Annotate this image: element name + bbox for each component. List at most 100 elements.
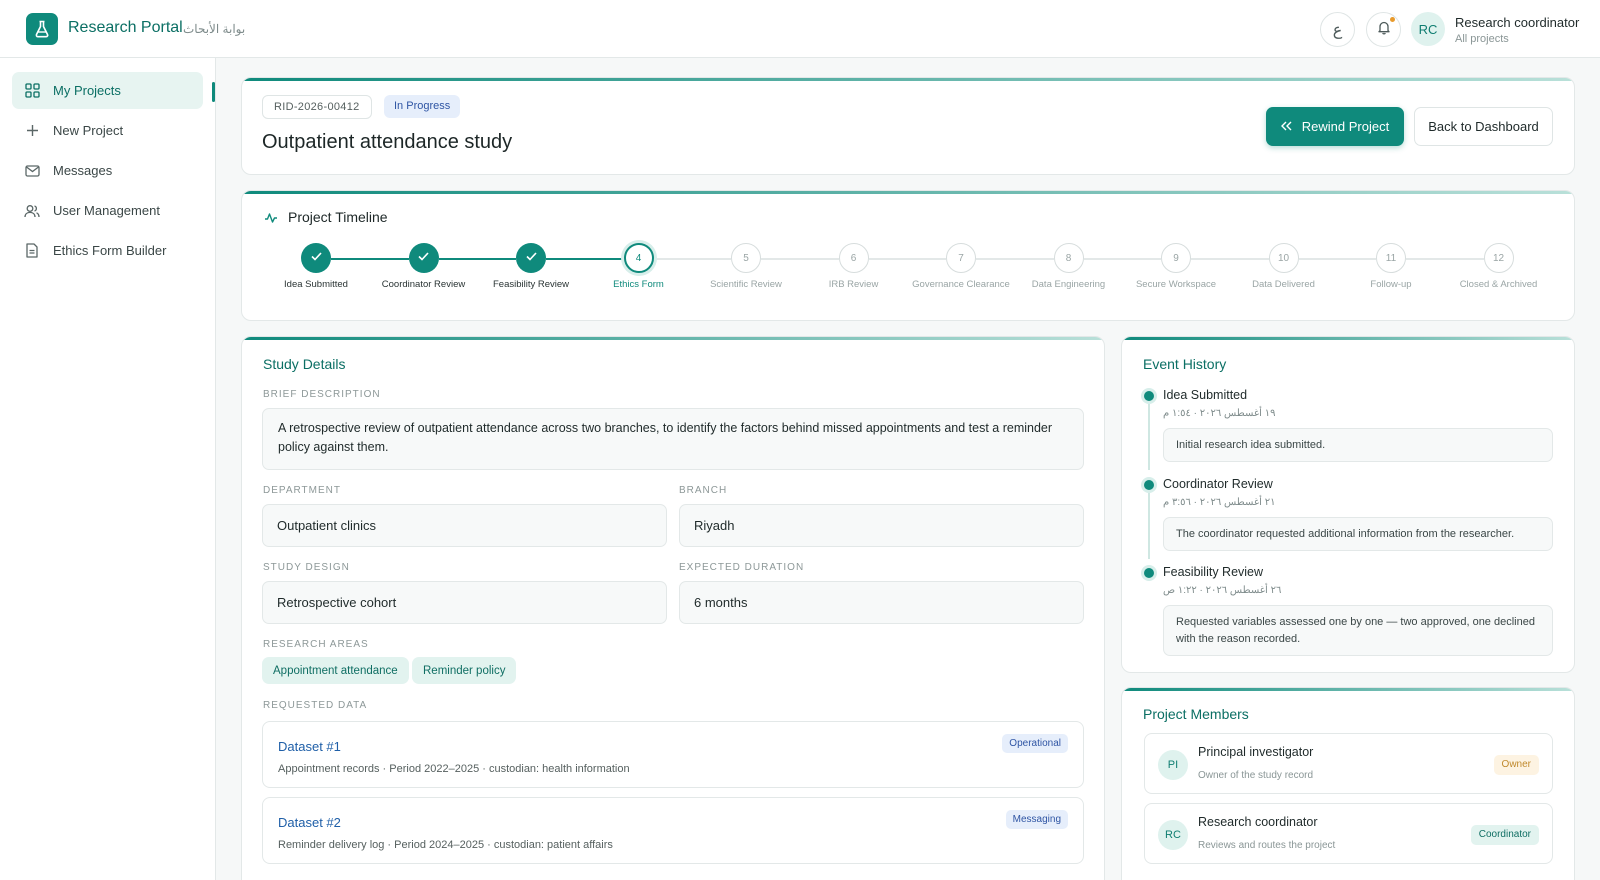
- timeline-step-2[interactable]: [408, 243, 439, 273]
- member-row[interactable]: PI Principal investigator Owner of the s…: [1144, 733, 1553, 794]
- timeline-step-4[interactable]: 4: [623, 243, 654, 273]
- timeline-step-label: Data Delivered: [1252, 279, 1315, 290]
- sidebar-item-label: My Projects: [53, 83, 121, 98]
- event-dot: [1144, 568, 1154, 578]
- event-connector: [1148, 489, 1150, 559]
- dataset-name[interactable]: Dataset #1: [278, 739, 341, 754]
- user-name[interactable]: Research coordinator: [1455, 15, 1579, 30]
- timeline-connector: [1298, 258, 1376, 260]
- rewind-project-label: Rewind Project: [1301, 119, 1390, 134]
- member-avatar: RC: [1158, 820, 1188, 850]
- event-dot: [1144, 480, 1154, 490]
- member-name: Research coordinator: [1198, 815, 1318, 829]
- timeline-step-number: 12: [1492, 252, 1505, 264]
- timeline-step-11[interactable]: 11: [1376, 243, 1406, 273]
- member-role-badge: Coordinator: [1470, 825, 1539, 845]
- department-label: DEPARTMENT: [263, 485, 341, 496]
- event-time: ٢٦ أغسطس ٢٠٢٦ · ١:٢٢ ص: [1163, 585, 1282, 596]
- timeline-step-label: Idea Submitted: [284, 279, 348, 290]
- timeline-connector: [1406, 258, 1484, 260]
- double-chevron-left-icon: [1280, 119, 1292, 134]
- event-note-text: Initial research idea submitted.: [1176, 438, 1326, 451]
- sidebar-item-ethics-form-builder[interactable]: Ethics Form Builder: [12, 232, 203, 269]
- research-area-tag: Reminder policy: [412, 657, 517, 684]
- back-to-dashboard-label: Back to Dashboard: [1428, 119, 1539, 134]
- timeline-step-12[interactable]: 12: [1483, 243, 1514, 273]
- timeline-connector: [546, 258, 624, 260]
- app-title[interactable]: Research Portal: [68, 19, 183, 37]
- requested-data-label: REQUESTED DATA: [263, 700, 368, 711]
- sidebar-item-user-management[interactable]: User Management: [12, 192, 203, 229]
- bell-icon: [1377, 20, 1391, 40]
- status-badge: In Progress: [384, 95, 461, 118]
- timeline-step-label: Follow-up: [1370, 279, 1412, 290]
- sidebar-item-new-project[interactable]: New Project: [12, 112, 203, 149]
- dataset-card[interactable]: Dataset #2 Reminder delivery log · Perio…: [262, 797, 1084, 864]
- study-design-field: Retrospective cohort: [262, 581, 667, 624]
- language-toggle-label: ع: [1332, 21, 1343, 39]
- user-avatar[interactable]: RC: [1411, 12, 1445, 46]
- timeline-step-8[interactable]: 8: [1053, 243, 1084, 273]
- member-name: Principal investigator: [1198, 745, 1314, 759]
- member-row[interactable]: RC Research coordinator Reviews and rout…: [1144, 803, 1553, 864]
- expected-duration-value: 6 months: [694, 595, 748, 610]
- description-field: A retrospective review of outpatient att…: [262, 408, 1084, 470]
- timeline-step-9[interactable]: 9: [1161, 243, 1191, 273]
- dataset-name[interactable]: Dataset #2: [278, 815, 341, 830]
- dataset-card[interactable]: Dataset #1 Appointment records · Period …: [262, 721, 1084, 788]
- branch-value: Riyadh: [694, 518, 735, 533]
- department-field: Outpatient clinics: [262, 504, 667, 547]
- flask-icon[interactable]: [26, 13, 58, 45]
- notifications-button[interactable]: [1366, 12, 1401, 47]
- sidebar-active-indicator: [212, 82, 215, 102]
- expected-duration-field: 6 months: [679, 581, 1084, 624]
- timeline-step-6[interactable]: 6: [838, 243, 869, 273]
- timeline-step-number: 4: [635, 252, 642, 264]
- language-toggle-button[interactable]: ع: [1320, 12, 1355, 47]
- event-note-text: The coordinator requested additional inf…: [1176, 527, 1515, 540]
- timeline-connector: [976, 258, 1054, 260]
- rewind-project-button[interactable]: Rewind Project: [1266, 107, 1404, 146]
- timeline-step-number: 10: [1277, 252, 1290, 264]
- timeline-step-5[interactable]: 5: [731, 243, 761, 273]
- plus-icon: [24, 123, 40, 139]
- event-note: Requested variables assessed one by one …: [1163, 605, 1553, 656]
- timeline-step-1[interactable]: [301, 243, 331, 273]
- grid-icon: [24, 83, 40, 99]
- timeline-step-label: Scientific Review: [710, 279, 782, 290]
- timeline-step-10[interactable]: 10: [1268, 243, 1299, 273]
- member-role: Owner of the study record: [1198, 770, 1314, 781]
- user-initials: RC: [1418, 21, 1438, 37]
- member-initials: RC: [1165, 829, 1181, 841]
- timeline-connector: [1083, 258, 1161, 260]
- activity-icon: [264, 211, 278, 229]
- member-role: Reviews and routes the project: [1198, 840, 1336, 851]
- sidebar-item-label: New Project: [53, 123, 124, 138]
- top-header: Research Portal بوابة الأبحاث ع RC Resea…: [0, 0, 1600, 58]
- sidebar-item-my-projects[interactable]: My Projects: [12, 72, 203, 109]
- timeline-step-number: 8: [1065, 252, 1072, 264]
- study-design-label: STUDY DESIGN: [263, 562, 350, 573]
- event-time: ١٩ أغسطس ٢٠٢٦ · ١:٥٤ م: [1163, 408, 1276, 419]
- timeline-step-number: 9: [1173, 252, 1179, 264]
- study-design-value: Retrospective cohort: [277, 595, 397, 610]
- branch-label: BRANCH: [679, 485, 728, 496]
- timeline-connector: [761, 258, 839, 260]
- event-title: Idea Submitted: [1163, 388, 1248, 402]
- event-note: The coordinator requested additional inf…: [1163, 517, 1553, 551]
- timeline-step-3[interactable]: [516, 243, 546, 273]
- description-text: A retrospective review of outpatient att…: [278, 421, 1053, 454]
- research-area-tag: Appointment attendance: [262, 657, 409, 684]
- member-avatar: PI: [1158, 750, 1188, 780]
- branch-field: Riyadh: [679, 504, 1084, 547]
- document-icon: [24, 243, 40, 259]
- sidebar-item-label: Messages: [53, 163, 113, 178]
- timeline-step-7[interactable]: 7: [946, 243, 976, 273]
- sidebar-item-messages[interactable]: Messages: [12, 152, 203, 189]
- back-to-dashboard-button[interactable]: Back to Dashboard: [1414, 107, 1553, 146]
- timeline-step-number: 5: [743, 252, 749, 264]
- check-icon: [310, 252, 322, 264]
- timeline-step-number: 11: [1385, 252, 1397, 264]
- event-title: Coordinator Review: [1163, 477, 1273, 491]
- timeline-step-label: Secure Workspace: [1135, 279, 1217, 290]
